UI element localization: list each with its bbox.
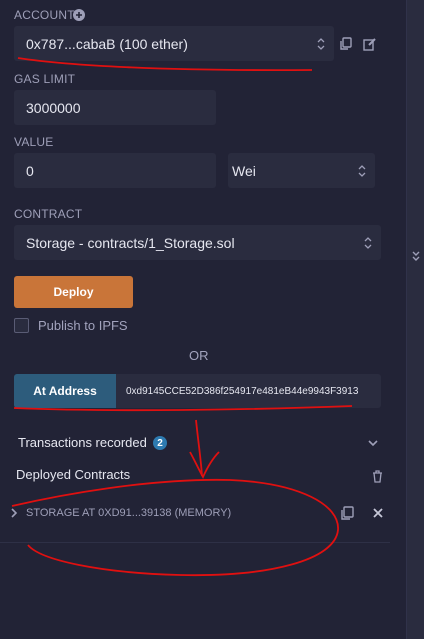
red-annotation-overlay [11,57,353,577]
arrow-down-annotation [189,419,220,479]
circle-annotation [11,478,339,577]
address-underline-annotation [13,405,353,412]
account-underline-annotation [17,57,313,72]
side-panel-strip [406,0,424,639]
expand-chevrons-icon[interactable] [410,250,422,264]
